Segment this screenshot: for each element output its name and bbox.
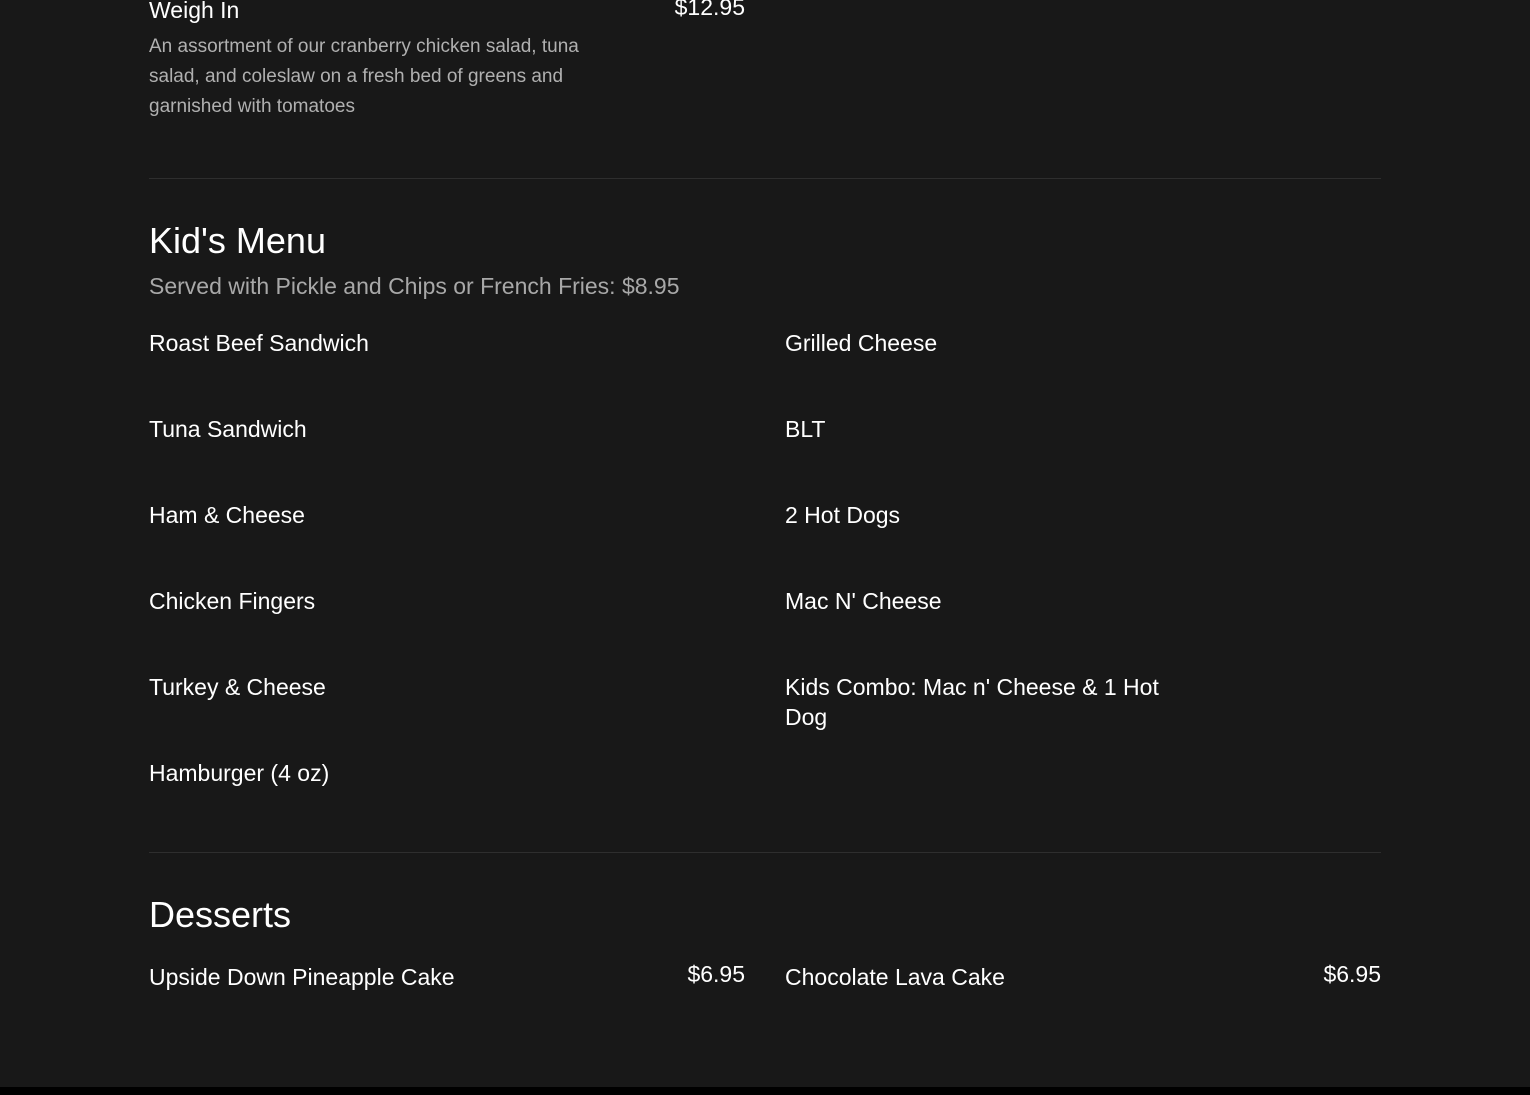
kids-menu-item: Turkey & Cheese	[149, 674, 326, 700]
menu-item-name: Weigh In	[149, 0, 240, 23]
kids-menu-item: Roast Beef Sandwich	[149, 330, 369, 356]
kids-menu-item: Grilled Cheese	[785, 330, 938, 356]
kids-menu-item: Ham & Cheese	[149, 502, 305, 528]
section-title-kids-menu: Kid's Menu	[149, 220, 326, 261]
section-title-desserts: Desserts	[149, 894, 292, 935]
menu-page: Weigh In $12.95 An assortment of our cra…	[0, 0, 1530, 1095]
kids-menu-item: Kids Combo: Mac n' Cheese & 1 Hot Dog	[785, 674, 1159, 730]
section-divider	[149, 178, 1381, 179]
kids-menu-item: 2 Hot Dogs	[785, 502, 901, 528]
section-divider	[149, 852, 1381, 853]
kids-menu-item: Mac N' Cheese	[785, 588, 942, 614]
dessert-item-price: $6.95	[1323, 961, 1381, 987]
footer-bar	[0, 1087, 1530, 1095]
dessert-item-price: $6.95	[687, 961, 745, 987]
dessert-item-name: Chocolate Lava Cake	[785, 964, 1005, 990]
menu-item-description: An assortment of our cranberry chicken s…	[149, 36, 579, 117]
dessert-item-name: Upside Down Pineapple Cake	[149, 964, 455, 990]
kids-menu-item: Chicken Fingers	[149, 588, 316, 614]
kids-menu-item: BLT	[785, 416, 826, 442]
kids-menu-item: Hamburger (4 oz)	[149, 760, 330, 786]
menu-item-price: $12.95	[674, 0, 745, 20]
kids-menu-item: Tuna Sandwich	[149, 416, 307, 442]
section-subtitle-kids-menu: Served with Pickle and Chips or French F…	[149, 273, 680, 299]
